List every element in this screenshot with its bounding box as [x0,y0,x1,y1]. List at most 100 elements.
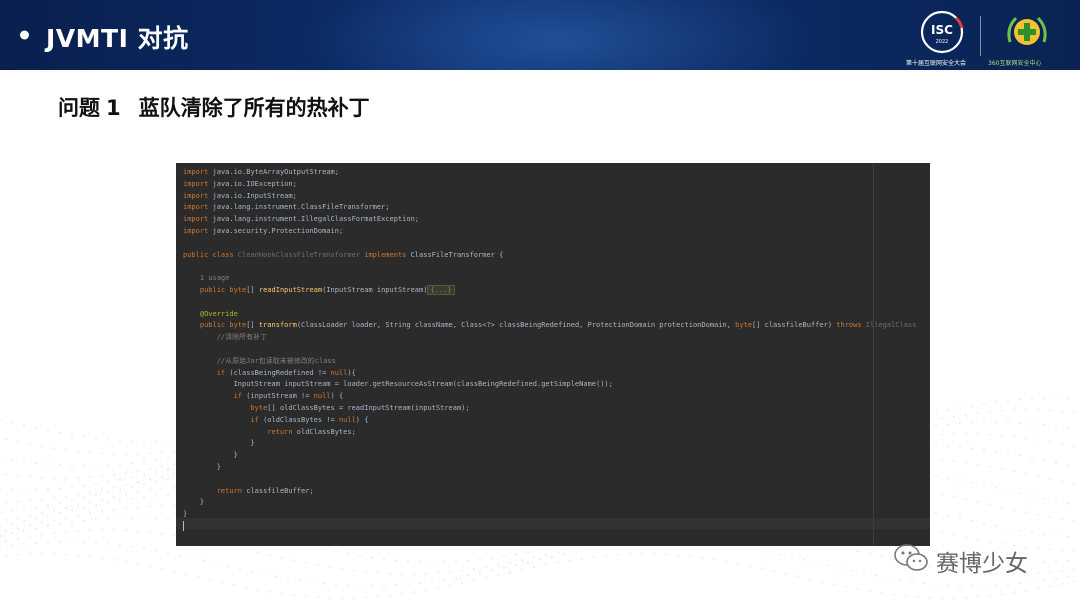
wave-dot [5,438,7,441]
wave-dot [77,514,79,517]
wave-dot [383,584,385,587]
wave-dot [509,561,511,564]
wave-dot [1037,409,1039,411]
wave-dot [479,558,481,561]
wave-dot [71,509,73,511]
wave-dot [329,566,331,569]
wave-dot [83,465,85,467]
wave-dot [89,555,91,558]
wave-dot [149,565,151,568]
logo-divider [980,16,981,56]
wave-dot [137,481,139,484]
wave-dot [503,555,505,558]
wave-dot [1001,434,1003,437]
wave-dot [89,501,91,504]
code-line: public byte[] readInputStream(InputStrea… [183,284,916,297]
wave-dot [1043,579,1045,582]
wave-dot [545,554,547,556]
wave-dot [89,529,91,532]
wave-dot [503,566,505,569]
code-line: @Override [183,309,916,321]
wave-dot [5,554,7,557]
code-editor[interactable]: import java.io.ByteArrayOutputStream; imp… [176,163,930,546]
wave-dot [95,464,97,467]
wave-dot [857,550,859,553]
wave-dot [389,594,391,597]
wave-dot [1037,547,1039,550]
wave-dot [1007,452,1009,455]
wave-dot [17,553,19,556]
wave-dot [257,588,259,591]
wave-dot [1043,397,1045,400]
wave-dot [1073,580,1075,583]
wave-dot [5,519,7,521]
wave-dot [17,527,19,530]
wave-dot [335,550,337,553]
wave-dot [101,557,103,560]
wave-dot [281,592,283,595]
wave-dot [95,483,97,485]
wave-dot [1073,549,1075,551]
wave-dot [29,475,31,478]
header-banner: JVMTI 对抗 ISC 2022 第十届互联网安全大会 360互联网安全中心 [0,0,1080,70]
wave-dot [41,476,43,479]
wave-dot [161,475,163,478]
wave-dot [173,450,175,453]
wave-dot [965,461,967,464]
code-token: null [313,392,331,401]
code-fold-toggle[interactable]: {...} [427,284,455,295]
wave-dot [1031,561,1033,563]
wave-dot [995,486,997,489]
code-token: public class [183,250,238,259]
wave-dot [77,450,79,453]
wave-dot [167,551,169,554]
wave-dot [551,556,553,558]
wave-dot [329,596,331,599]
wave-dot [617,554,619,556]
code-token: CleanHookClassFileTransformer [237,250,361,259]
wave-dot [509,571,511,574]
wave-dot [269,590,271,593]
wave-dot [1031,531,1033,534]
wave-dot [23,460,25,463]
code-token: ) { [330,392,344,401]
code-line: } [183,497,916,509]
wave-dot [71,464,73,467]
wave-dot [431,561,433,563]
wave-dot [1067,502,1069,505]
wave-dot [977,433,979,436]
wave-dot [767,551,769,554]
code-token: [] oldClassBytes = readInputStream(input… [267,403,470,412]
wave-dot [407,583,409,586]
wave-dot [1061,570,1063,572]
slide-heading: 问题 1 蓝队清除了所有的热补丁 [58,92,370,122]
wave-dot [95,437,97,440]
wave-dot [143,517,145,520]
code-content[interactable]: import java.io.ByteArrayOutputStream; imp… [183,167,916,533]
wave-dot [1025,409,1027,411]
wave-dot [1013,508,1015,511]
wave-dot [47,525,49,527]
wave-dot [539,558,541,561]
wave-dot [137,470,139,473]
wave-dot [491,557,493,560]
code-token: if [183,415,259,424]
wave-dot [125,472,127,475]
wave-dot [293,594,295,596]
wave-dot [0,456,1,459]
wave-dot [101,452,103,455]
wave-dot [365,571,367,573]
wave-dot [947,445,949,448]
wave-dot [29,499,31,502]
wave-dot [701,556,703,559]
code-token: public byte [183,285,247,294]
wave-dot [1013,591,1015,594]
wave-dot [467,574,469,577]
wave-dot [929,596,931,599]
wave-dot [1043,424,1045,427]
wave-dot [395,584,397,587]
wave-dot [77,476,79,479]
wave-dot [383,558,385,560]
slide-title: JVMTI 对抗 [46,24,189,53]
wave-dot [809,578,811,581]
